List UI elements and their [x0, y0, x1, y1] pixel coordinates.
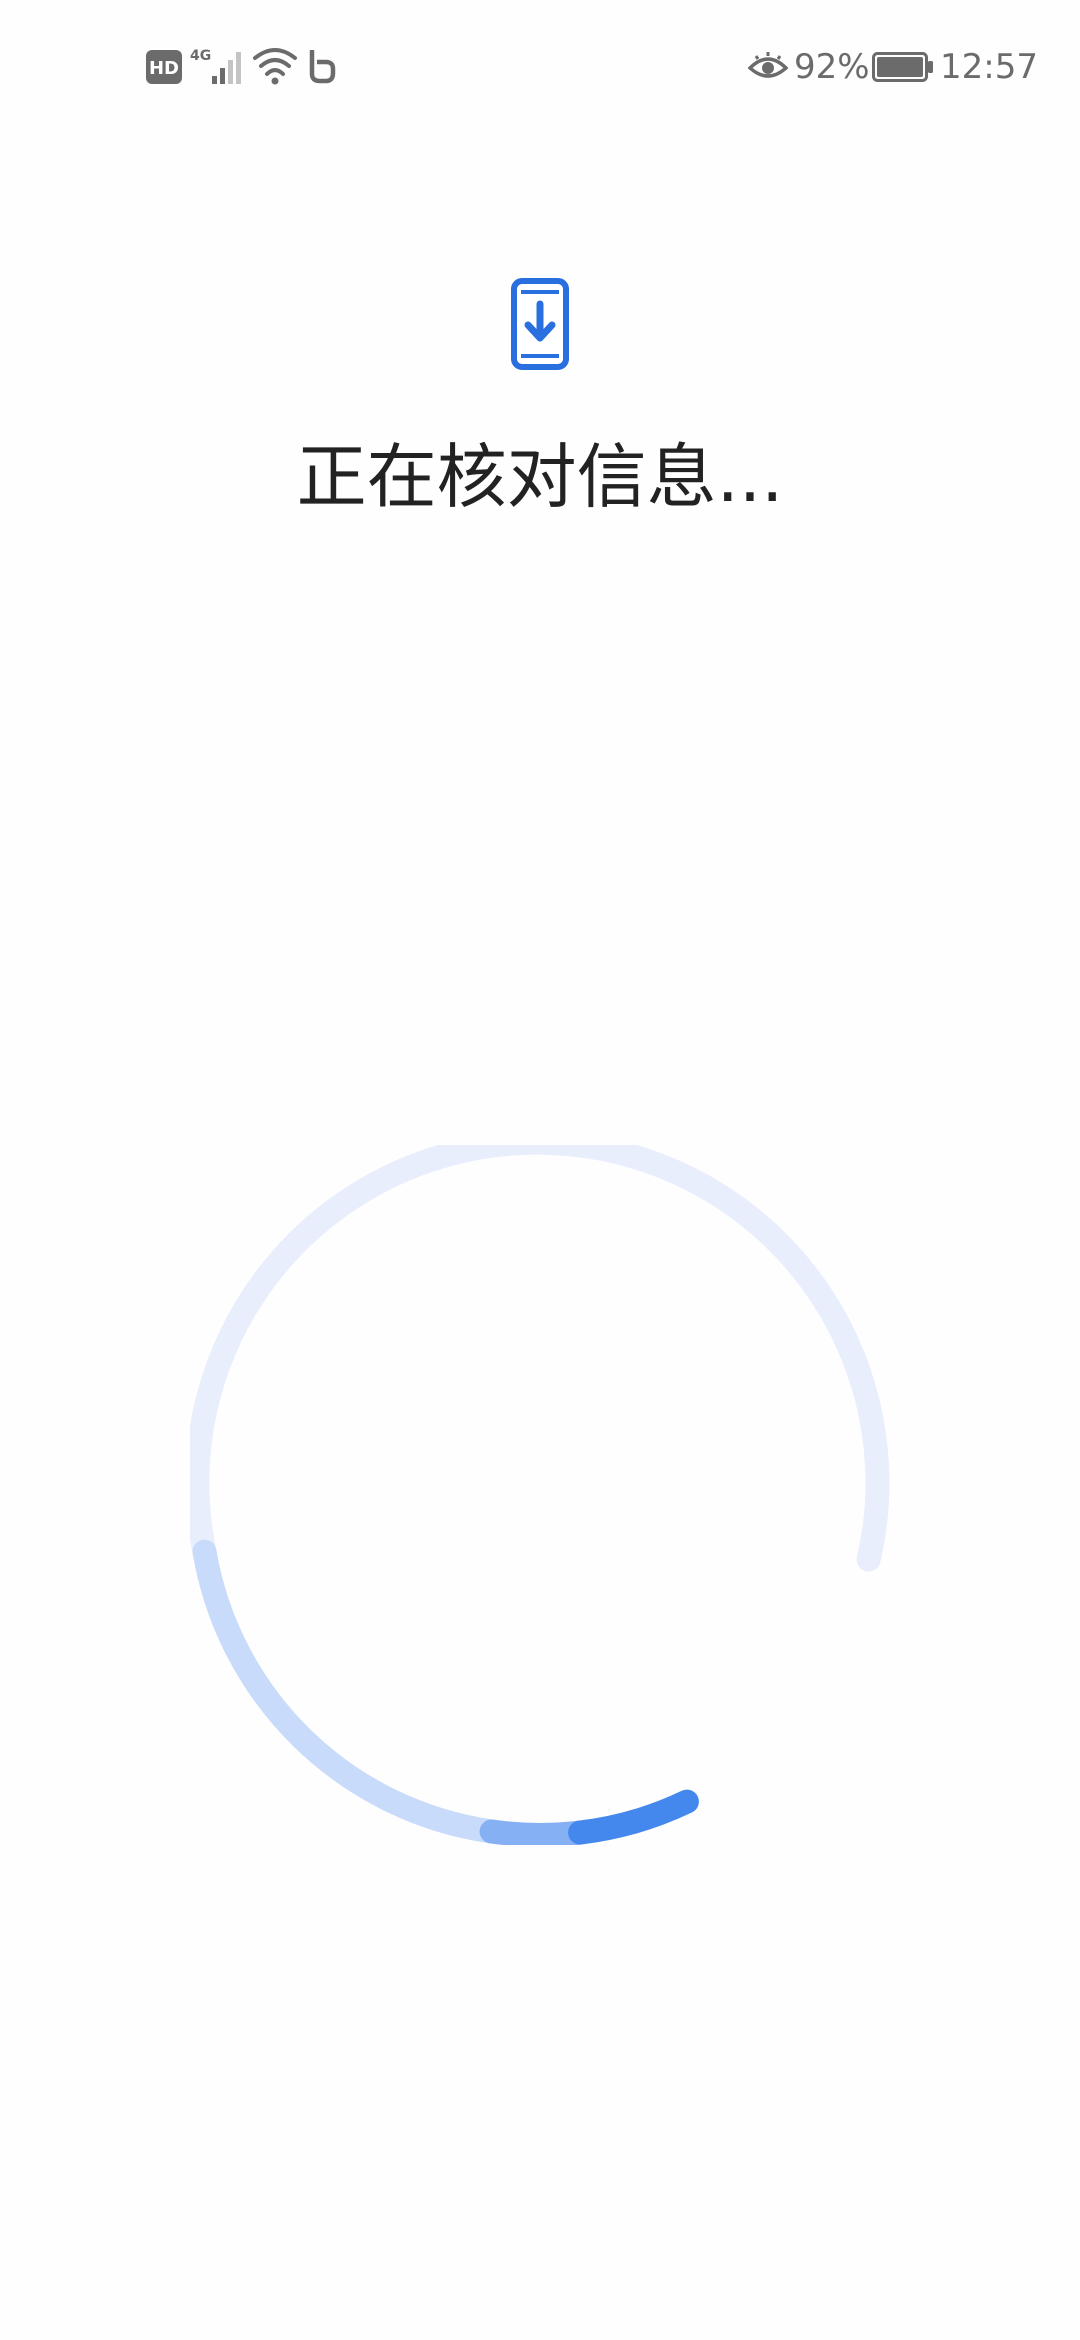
status-bar: HD 4G 92% 12:57: [0, 0, 1080, 132]
spinner-track: [190, 1145, 890, 1572]
clock-time: 12:57: [940, 47, 1038, 87]
spinner-segment-light: [192, 1539, 504, 1844]
signal-4g-icon: 4G: [190, 48, 241, 84]
hd-icon: HD: [146, 50, 182, 84]
battery-icon: [872, 52, 933, 82]
loading-spinner: [190, 1145, 890, 1845]
spinner-segment-mid: [479, 1819, 593, 1845]
wifi-icon: [253, 48, 297, 85]
page-title: 正在核对信息...: [296, 436, 784, 518]
svg-text:4G: 4G: [190, 48, 211, 64]
spinner-segment-head: [568, 1789, 699, 1845]
eye-comfort-icon: [748, 52, 788, 78]
battery-percent: 92%: [794, 47, 870, 87]
phone-download-icon: [511, 278, 569, 370]
app-notification-icon: [309, 50, 336, 84]
svg-text:HD: HD: [149, 58, 179, 79]
